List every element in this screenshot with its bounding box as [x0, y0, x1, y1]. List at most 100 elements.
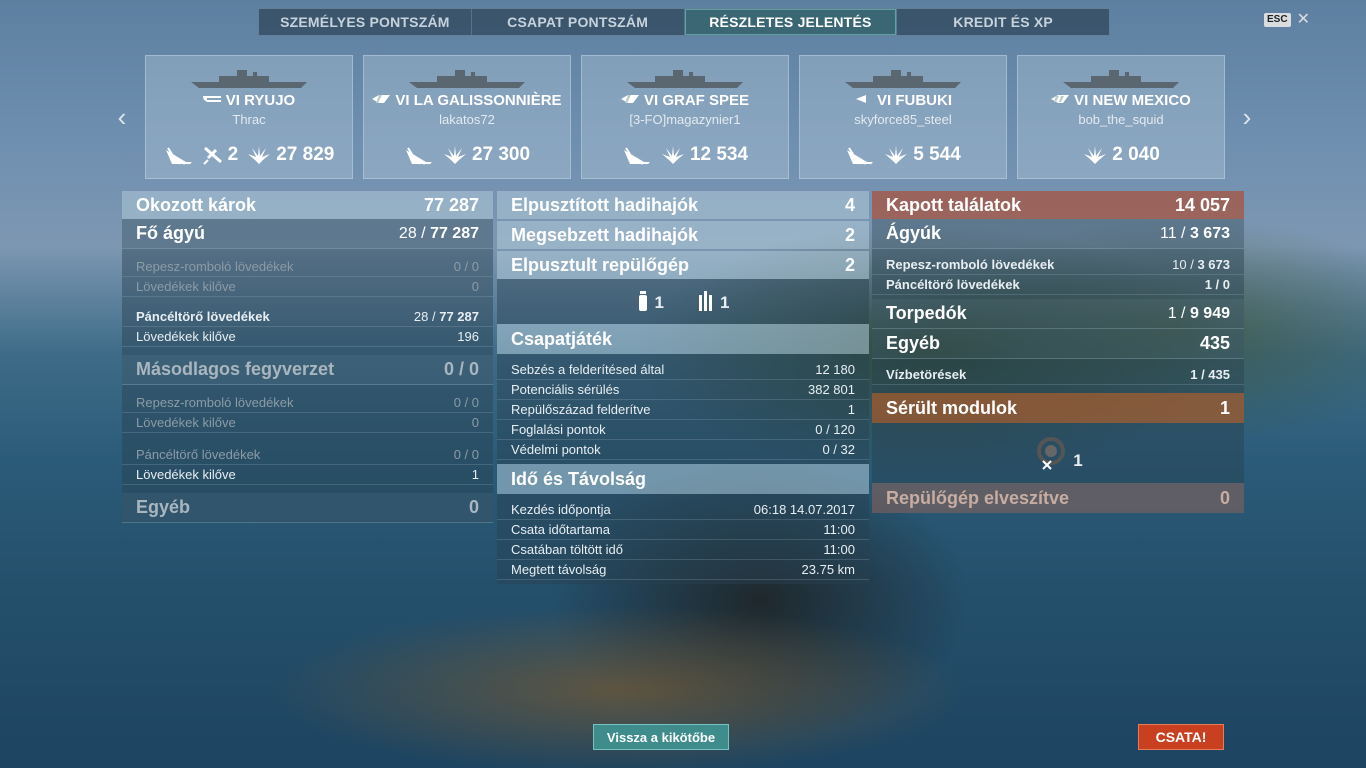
ship-name: VI LA GALISSONNIÈRE — [364, 92, 570, 109]
damage-icon — [661, 146, 684, 164]
time-distance-header: Idő és Távolság — [497, 464, 869, 494]
ships-destroyed-row: Elpusztított hadihajók 4 — [497, 191, 869, 219]
ship-card[interactable]: VI LA GALISSONNIÈRE lakatos72 27 300 — [363, 55, 571, 179]
damage-icon — [1084, 146, 1107, 164]
ship-silhouette-icon — [582, 68, 788, 90]
stat-value: 1 — [847, 402, 855, 417]
ship-stats: 12 534 — [582, 144, 788, 166]
stat-value: 11:00 — [823, 522, 855, 537]
ship-name: VI FUBUKI — [800, 92, 1006, 109]
damage-icon — [443, 146, 466, 164]
stat-row: Csatában töltött idő 11:00 — [497, 540, 869, 560]
ship-stats: 2 27 829 — [146, 144, 352, 166]
carrier-icon — [202, 96, 221, 102]
ap-shells-row: Páncéltörő lövedékek 28 / 77 287 — [122, 307, 493, 327]
stat-row: Megtett távolság 23.75 km — [497, 560, 869, 580]
report-tabs: SZEMÉLYES PONTSZÁM CSAPAT PONTSZÁM RÉSZL… — [258, 8, 1110, 36]
damage-dealt-panel: Okozott károk 77 287 Fő ágyú 28 / 77 287… — [122, 191, 493, 523]
damage-stat: 5 544 — [883, 144, 961, 166]
stat-label: Csatában töltött idő — [511, 542, 624, 557]
stat-label: Megtett távolság — [511, 562, 607, 577]
teamplay-header: Csapatjáték — [497, 324, 869, 354]
stat-label: Potenciális sérülés — [511, 382, 620, 397]
stat-row: Foglalási pontok 0 / 120 — [497, 420, 869, 440]
planes-destroyed-row: Elpusztult repülőgép 2 — [497, 251, 869, 279]
hits-received-header: Kapott találatok 14 057 — [872, 191, 1244, 219]
torpedoes-received-row: Torpedók 1 / 9 949 — [872, 299, 1244, 329]
stat-value: 23.75 km — [801, 562, 855, 577]
stat-row: Repülőszázad felderítve 1 — [497, 400, 869, 420]
stat-label: Repülőszázad felderítve — [511, 402, 651, 417]
guns-received-row: Ágyúk 11 / 3 673 — [872, 219, 1244, 249]
stat-row: Potenciális sérülés 382 801 — [497, 380, 869, 400]
close-icon[interactable]: ✕ — [1297, 12, 1310, 28]
ship-card[interactable]: VI NEW MEXICO bob_the_squid 2 040 — [1017, 55, 1225, 179]
damage-stat: 2 040 — [1082, 144, 1160, 166]
combat-panel: Elpusztított hadihajók 4 Megsebzett hadih… — [497, 191, 869, 584]
sec-ap-row: Páncéltörő lövedékek 0 / 0 — [122, 445, 493, 465]
prev-arrow-icon[interactable]: ‹ — [112, 102, 132, 132]
ap-fired-row: Lövedékek kilőve 196 — [122, 327, 493, 347]
value: 77 287 — [423, 194, 479, 215]
cruiser-icon — [372, 95, 391, 103]
steering-gear-icon — [1037, 437, 1066, 470]
other-damage-row: Egyéb 0 — [122, 493, 493, 523]
next-arrow-icon[interactable]: › — [1237, 102, 1257, 132]
stat-value: 06:18 14.07.2017 — [753, 502, 855, 517]
planes-stat: 2 — [202, 144, 238, 166]
tab-team-score[interactable]: CSAPAT PONTSZÁM — [472, 9, 685, 35]
ship-stats: 2 040 — [1018, 144, 1224, 166]
close-control[interactable]: ESC ✕ — [1264, 12, 1310, 28]
tab-credits-xp[interactable]: KREDIT ÉS XP — [897, 9, 1109, 35]
ship-sunk-icon — [165, 147, 192, 165]
tab-detailed-report[interactable]: RÉSZLETES JELENTÉS — [684, 9, 898, 35]
stat-value: 12 180 — [815, 362, 855, 377]
ship-sunk-icon — [405, 147, 432, 165]
ship-stats: 5 544 — [800, 144, 1006, 166]
tab-personal-score[interactable]: SZEMÉLYES PONTSZÁM — [259, 9, 472, 35]
stat-value: 382 801 — [808, 382, 855, 397]
stat-label: Védelmi pontok — [511, 442, 601, 457]
secondary-armament-row: Másodlagos fegyverzet 0 / 0 — [122, 355, 493, 385]
player-name: Thrac — [232, 112, 266, 127]
he-fired-row: Lövedékek kilőve 0 — [122, 277, 493, 297]
player-name: skyforce85_steel — [854, 112, 952, 127]
stat-value: 0 / 120 — [815, 422, 855, 437]
stat-value: 11:00 — [823, 542, 855, 557]
damage-stat: 12 534 — [660, 144, 748, 166]
planes-lost-row: Repülőgép elveszítve 0 — [872, 483, 1244, 513]
player-name: lakatos72 — [439, 112, 495, 127]
ship-silhouette-icon — [364, 68, 570, 90]
sec-ap-fired-row: Lövedékek kilőve 1 — [122, 465, 493, 485]
damage-icon — [248, 146, 271, 164]
value: 28 / 77 287 — [398, 224, 479, 242]
battleship-icon — [1051, 95, 1070, 103]
module-ribbons: 1 — [872, 423, 1244, 483]
ship-name: VI GRAF SPEE — [582, 92, 788, 109]
cruiser-icon — [620, 95, 639, 103]
stat-label: Foglalási pontok — [511, 422, 606, 437]
battle-button[interactable]: CSATA! — [1138, 724, 1224, 750]
ship-card[interactable]: VI GRAF SPEE [3-FO]magazynier1 12 534 — [581, 55, 789, 179]
stat-label: Kezdés időpontja — [511, 502, 611, 517]
sec-he-row: Repesz-romboló lövedékek 0 / 0 — [122, 393, 493, 413]
stat-row: Csata időtartama 11:00 — [497, 520, 869, 540]
ship-name: VI NEW MEXICO — [1018, 92, 1224, 109]
ship-stats: 27 300 — [364, 144, 570, 166]
destroyer-icon — [856, 95, 866, 103]
dive-bomber-icon — [699, 290, 712, 311]
ship-card[interactable]: VI RYUJO Thrac 2 27 829 — [145, 55, 353, 179]
time-distance-list: Kezdés időpontja 06:18 14.07.2017 Csata id… — [497, 494, 869, 584]
flooding-row: Vízbetörések 1 / 435 — [872, 365, 1244, 385]
label: Okozott károk — [136, 194, 257, 215]
ships-damaged-row: Megsebzett hadihajók 2 — [497, 221, 869, 249]
ship-card[interactable]: VI FUBUKI skyforce85_steel 5 544 — [799, 55, 1007, 179]
ship-silhouette-icon — [146, 68, 352, 90]
stat-value: 0 / 32 — [822, 442, 855, 457]
stat-row: Védelmi pontok 0 / 32 — [497, 440, 869, 460]
back-to-port-button[interactable]: Vissza a kikötőbe — [593, 724, 729, 750]
plane-shot-icon — [202, 146, 222, 165]
he-shells-row: Repesz-romboló lövedékek 0 / 0 — [122, 257, 493, 277]
damaged-modules-header: Sérült modulok 1 — [872, 393, 1244, 423]
main-battery-row: Fő ágyú 28 / 77 287 — [122, 219, 493, 249]
